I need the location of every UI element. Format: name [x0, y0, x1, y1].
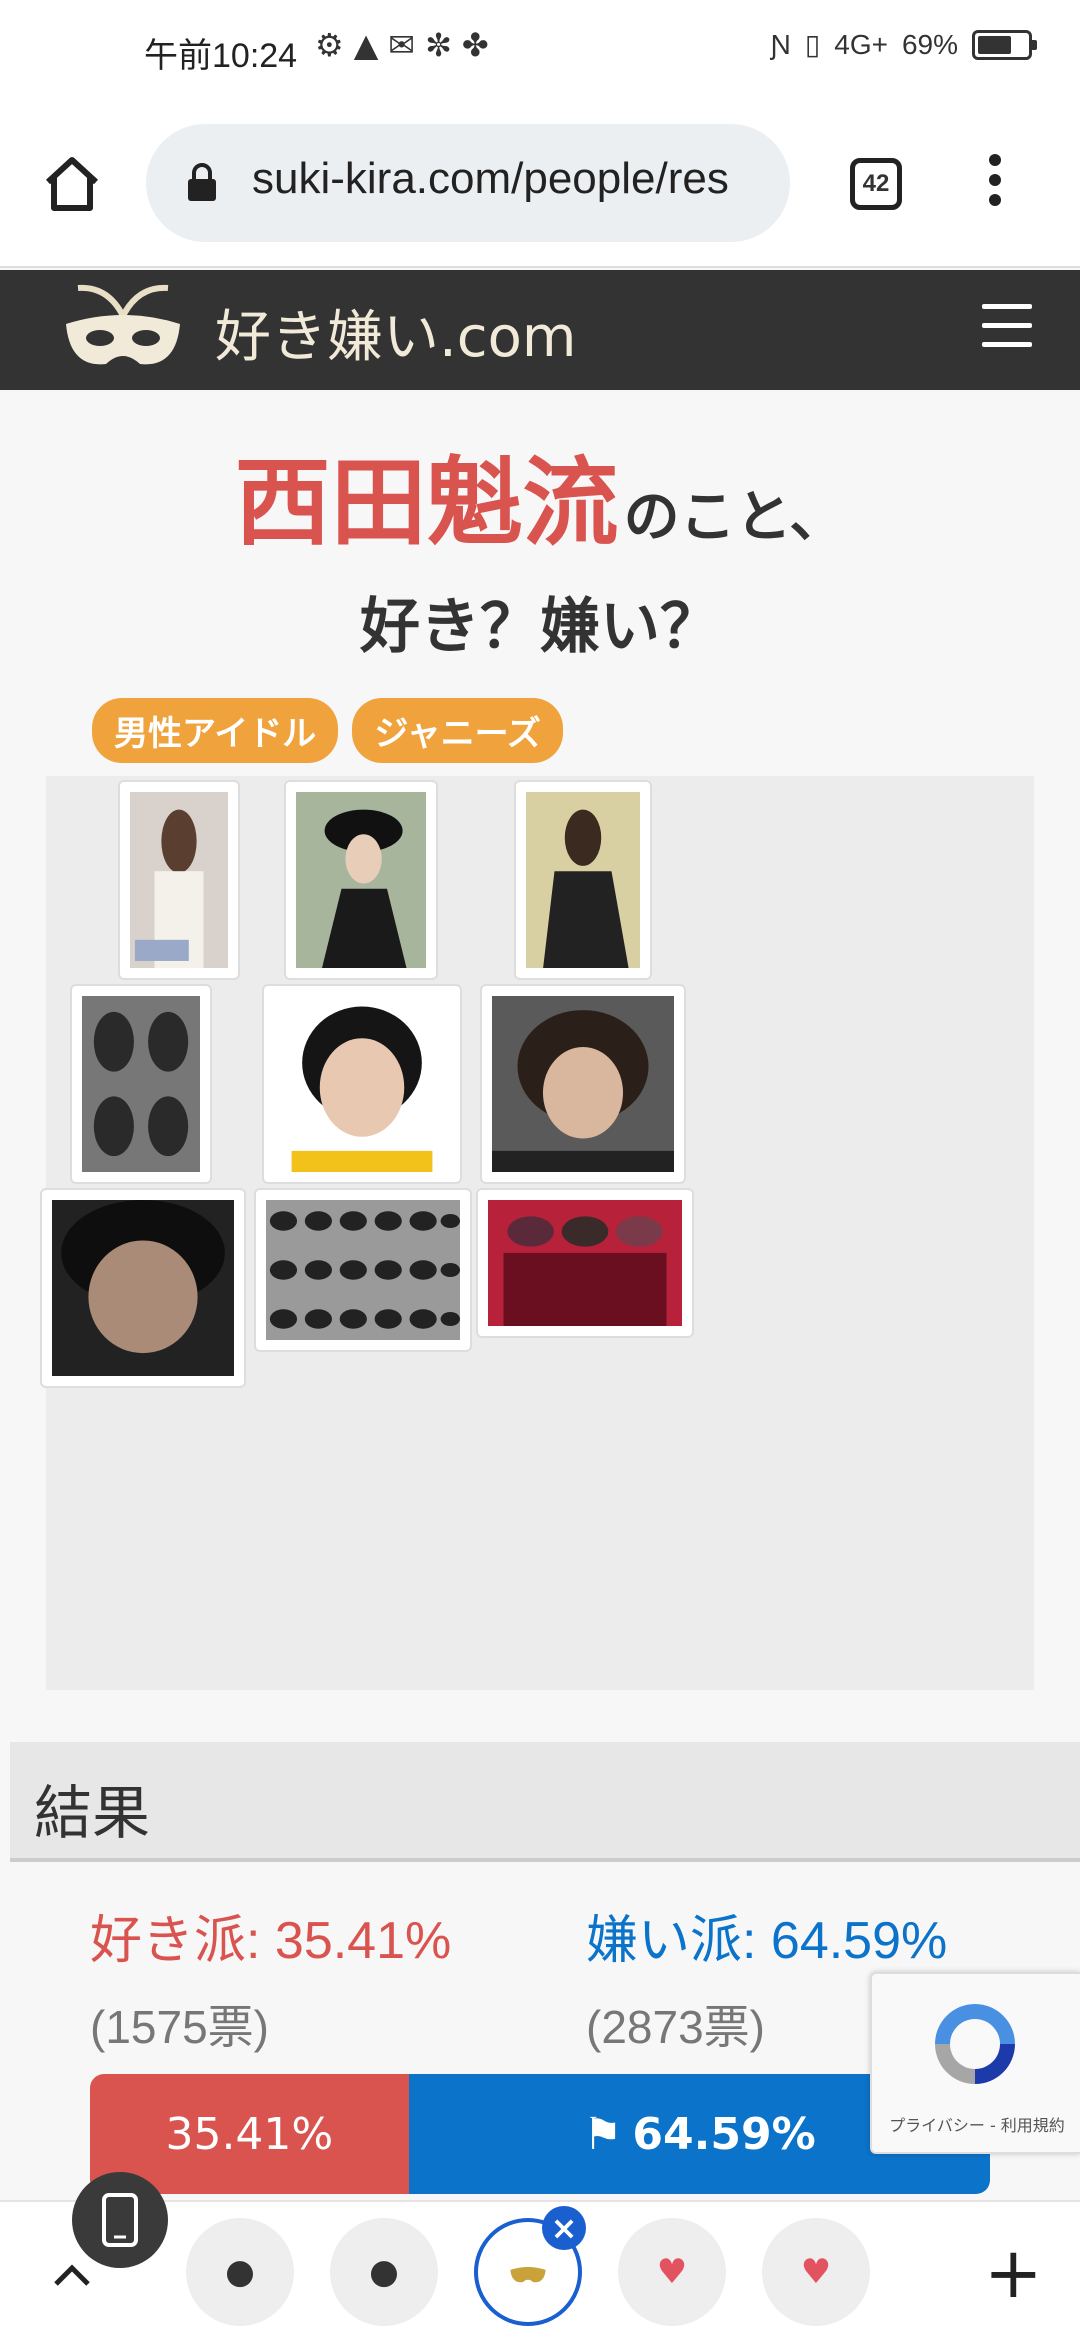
heart-icon: ♥ [800, 2252, 832, 2292]
site-header: 好き嫌い.com [0, 270, 1080, 390]
recaptcha-icon [935, 2004, 1015, 2084]
tab-thumb-girls-2[interactable]: ♥ [762, 2218, 870, 2326]
hamburger-menu-icon[interactable] [982, 304, 1032, 352]
tab-thumb-globe-1[interactable]: ● [186, 2218, 294, 2326]
recaptcha-badge[interactable]: プライバシー - 利用規約 [870, 1972, 1080, 2154]
photo-8[interactable] [254, 1188, 472, 1352]
notification-icons: ⚙▲✉✼✤ [315, 26, 499, 64]
battery-icon [972, 29, 1037, 60]
title-suffix: のこと、 [623, 485, 846, 550]
flag-icon: ⚑ [582, 2108, 623, 2160]
person-name: 西田魁流 [234, 446, 619, 559]
phone-view-button[interactable] [72, 2172, 168, 2268]
tab-thumb-globe-2[interactable]: ● [330, 2218, 438, 2326]
dislike-label: 嫌い派: 64.59% [586, 1912, 948, 1970]
like-bar-text: 35.41% [165, 2108, 334, 2160]
new-tab-plus-icon[interactable]: + [984, 2238, 1043, 2308]
site-name[interactable]: 好き嫌い.com [215, 292, 576, 373]
result-bar: 35.41% ⚑ 64.59% [90, 2074, 990, 2194]
photo-6[interactable] [480, 984, 686, 1184]
results-heading: 結果 [10, 1742, 1080, 1862]
network-label: 4G+ [834, 28, 888, 60]
photo-1[interactable] [118, 780, 240, 980]
mask-logo-icon[interactable] [48, 276, 198, 386]
close-tab-icon[interactable]: × [542, 2206, 586, 2250]
status-time: 午前10:24 [144, 37, 298, 75]
url-text: suki-kira.com/people/res [252, 154, 729, 203]
nfc-icon: Ɲ [770, 28, 791, 60]
home-icon[interactable] [40, 152, 104, 216]
like-votes: (1575票) [90, 2001, 269, 2053]
tag-list: 男性アイドル ジャニーズ [92, 698, 563, 763]
status-right: Ɲ ▯ 4G+ 69% [770, 28, 1037, 61]
battery-percent: 69% [901, 28, 958, 60]
more-menu-icon[interactable] [985, 154, 1005, 214]
address-bar[interactable]: suki-kira.com/people/res [146, 124, 790, 242]
results-title: 結果 [34, 1779, 151, 1847]
photo-4[interactable] [70, 984, 212, 1184]
phone-icon [102, 2193, 138, 2247]
mask-icon [510, 2267, 546, 2283]
vibrate-icon: ▯ [804, 29, 821, 60]
like-label: 好き派: 35.41% [90, 1912, 452, 1970]
tab-switcher-button[interactable]: 42 [850, 158, 902, 210]
photo-2[interactable] [284, 780, 438, 980]
globe-icon: ● [369, 2252, 399, 2292]
heart-icon: ♥ [656, 2252, 688, 2292]
photo-7[interactable] [40, 1188, 246, 1388]
globe-icon: ● [225, 2252, 255, 2292]
photo-9[interactable] [476, 1188, 694, 1338]
like-stat: 好き派: 35.41% (1575票) [90, 1898, 451, 2057]
tag-johnnys[interactable]: ジャニーズ [352, 698, 563, 763]
tag-male-idol[interactable]: 男性アイドル [92, 698, 339, 763]
browser-toolbar: suki-kira.com/people/res 42 [0, 100, 1080, 268]
lock-icon [188, 163, 216, 201]
recaptcha-text[interactable]: プライバシー - 利用規約 [872, 2112, 1080, 2136]
status-bar: 午前10:24 ⚙▲✉✼✤ Ɲ ▯ 4G+ 69% [0, 0, 1080, 100]
photo-gallery [40, 776, 1034, 1690]
page-title: 西田魁流 のこと、 [0, 425, 1080, 564]
page-question: 好き？嫌い？ [360, 592, 720, 662]
photo-3[interactable] [514, 780, 652, 980]
photo-5[interactable] [262, 984, 462, 1184]
dislike-bar-text: 64.59% [632, 2108, 816, 2160]
chevron-up-icon[interactable] [52, 2260, 92, 2290]
tab-thumb-girls-1[interactable]: ♥ [618, 2218, 726, 2326]
